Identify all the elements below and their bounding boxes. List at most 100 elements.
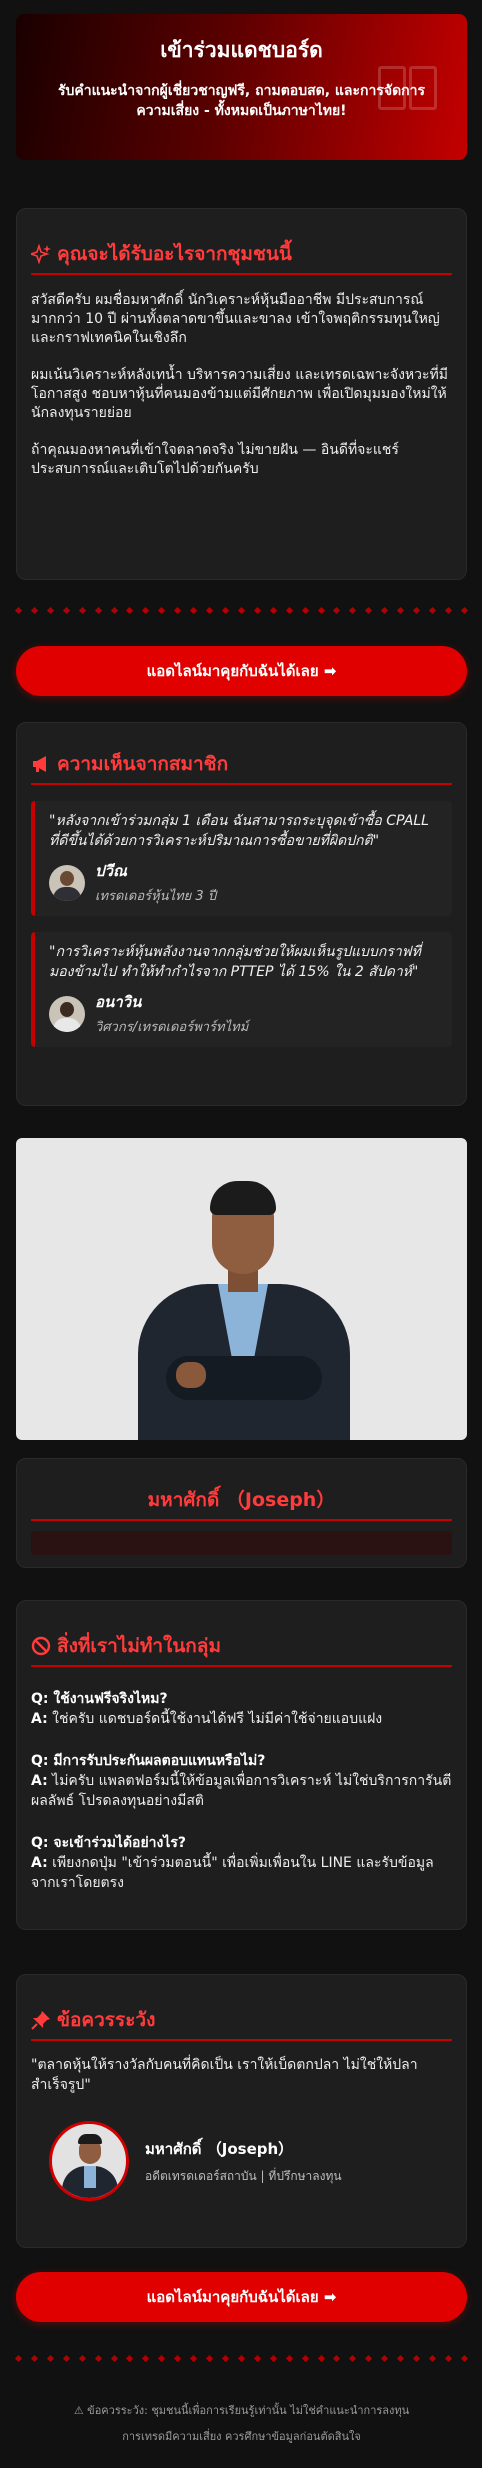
faq-item: Q: มีการรับประกันผลตอบแทนหรือไม่? A: ไม่…: [31, 1751, 452, 1811]
sparkle-icon: [31, 244, 51, 264]
rules-heading: สิ่งที่เราไม่ทำในกลุ่ม: [31, 1631, 452, 1661]
testimonial-quote: "การวิเคราะห์หุ้นพลังงานจากกลุ่มช่วยให้ผ…: [49, 944, 421, 980]
divider-dot: [126, 2354, 134, 2362]
avatar: [49, 995, 85, 1032]
divider-dot: [78, 606, 86, 614]
divider-dot: [365, 2354, 373, 2362]
divider-dot: [46, 606, 54, 614]
benefits-title: คุณจะได้รับอะไรจากชุมชนนี้: [57, 243, 292, 265]
avatar: [49, 864, 85, 901]
faq-item: Q: ใช้งานฟรีจริงไหม? A: ใช่ครับ แดชบอร์ด…: [31, 1689, 452, 1729]
testimonial-role: เทรดเดอร์หุ้นไทย 3 ปี: [95, 889, 217, 904]
faq-question: Q: มีการรับประกันผลตอบแทนหรือไม่?: [31, 1753, 266, 1769]
divider-dot: [285, 2354, 293, 2362]
faq-question: Q: ใช้งานฟรีจริงไหม?: [31, 1691, 168, 1707]
divider: [31, 1665, 452, 1667]
faq-item: Q: จะเข้าร่วมได้อย่างไร? A: เพียงกดปุ่ม …: [31, 1833, 452, 1893]
divider-dot: [142, 606, 150, 614]
faq-question: Q: จะเข้าร่วมได้อย่างไร?: [31, 1835, 187, 1851]
testimonial-role: วิศวกร/เทรดเดอร์พาร์ทไทม์: [95, 1020, 249, 1035]
divider-dot: [237, 606, 245, 614]
divider-dot: [221, 2354, 230, 2362]
divider-dot: [460, 2354, 468, 2362]
divider-dot: [110, 606, 118, 614]
faq-answer: เพียงกดปุ่ม "เข้าร่วมตอนนี้" เพื่อเพิ่มเ…: [31, 1855, 434, 1891]
faq-answer-label: A:: [31, 1855, 48, 1871]
divider-dot: [62, 606, 70, 614]
divider-dot: [444, 2354, 452, 2362]
divider-dot: [110, 2354, 118, 2362]
divider-dot: [78, 2354, 86, 2362]
hero-banner: เข้าร่วมแดชบอร์ด รับคำแนะนำจากผู้เชี่ยวช…: [16, 14, 467, 160]
divider-dot: [365, 606, 373, 614]
author-signature: มหาศักดิ์ （Joseph） อดีตเทรดเดอร์สถาบัน |…: [31, 2121, 452, 2201]
divider-dot: [30, 2354, 38, 2362]
faq-answer: ไม่ครับ แพลตฟอร์มนี้ให้ข้อมูลเพื่อการวิเ…: [31, 1773, 452, 1809]
author-avatar: [49, 2121, 129, 2201]
divider-dot: [317, 606, 325, 614]
caution-card: ข้อควรระวัง "ตลาดหุ้นให้รางวัลกับคนที่คิ…: [16, 1974, 467, 2248]
megaphone-icon: [33, 756, 46, 772]
testimonials-card: ความเห็นจากสมาชิก "หลังจากเข้าร่วมกลุ่ม …: [16, 722, 467, 1106]
divider-dot: [269, 606, 277, 614]
dotted-divider: [14, 2354, 468, 2362]
testimonials-title: ความเห็นจากสมาชิก: [57, 753, 229, 775]
divider-dot: [428, 606, 437, 614]
faq-answer: ใช่ครับ แดชบอร์ดนี้ใช้งานได้ฟรี ไม่มีค่า…: [52, 1711, 383, 1727]
testimonial-name: อนาวิน: [95, 993, 142, 1011]
divider-dot: [253, 2354, 261, 2362]
divider-dot: [460, 606, 468, 614]
divider-dot: [333, 2354, 341, 2362]
divider: [31, 783, 452, 785]
divider-dot: [444, 606, 452, 614]
divider-dot: [46, 2354, 54, 2362]
add-line-button[interactable]: แอดไลน์มาคุยกับฉันได้เลย ➡: [16, 646, 467, 696]
divider-dot: [221, 606, 230, 614]
divider-dot: [94, 2354, 102, 2362]
dotted-divider: [14, 606, 468, 614]
divider-dot: [349, 606, 357, 614]
testimonial-item: "หลังจากเข้าร่วมกลุ่ม 1 เดือน ฉันสามารถร…: [31, 801, 452, 916]
pushpin-icon: [31, 2011, 50, 2030]
rules-title: สิ่งที่เราไม่ทำในกลุ่ม: [57, 1635, 221, 1657]
author-role: อดีตเทรดเดอร์สถาบัน | ที่ปรึกษาลงทุน: [145, 2168, 342, 2183]
advisor-photo: [16, 1138, 467, 1440]
benefits-heading: คุณจะได้รับอะไรจากชุมชนนี้: [31, 239, 452, 269]
benefits-paragraph: ถ้าคุณมองหาคนที่เข้าใจตลาดจริง ไม่ขายฝัน…: [31, 442, 399, 477]
divider-dot: [94, 606, 102, 614]
benefits-card: คุณจะได้รับอะไรจากชุมชนนี้ สวัสดีครับ ผม…: [16, 208, 467, 580]
divider-dot: [158, 2354, 166, 2362]
testimonial-name: ปวีณ: [95, 862, 127, 880]
divider-dot: [397, 606, 405, 614]
divider: [31, 273, 452, 275]
divider-dot: [158, 606, 166, 614]
benefits-paragraph: สวัสดีครับ ผมชื่อมหาศักดิ์ นักวิเคราะห์ห…: [31, 292, 440, 346]
divider-dot: [14, 606, 23, 614]
prohibited-icon: [31, 1636, 51, 1656]
divider-dot: [285, 606, 293, 614]
faq-answer-label: A:: [31, 1773, 48, 1789]
divider-dot: [206, 606, 214, 614]
hero-subtitle: รับคำแนะนำจากผู้เชี่ยวชาญฟรี, ถามตอบสด, …: [57, 83, 426, 119]
caution-title: ข้อควรระวัง: [57, 2009, 156, 2031]
divider-dot: [62, 2354, 70, 2362]
profile-name: มหาศักดิ์ （Joseph）: [147, 1489, 336, 1511]
footer-disclaimer: ⚠ ข้อควรระวัง: ชุมชนนี้เพื่อการเรียนรู้เ…: [73, 2404, 410, 2443]
divider: [31, 2039, 452, 2041]
divider-dot: [317, 2354, 325, 2362]
testimonial-quote: "หลังจากเข้าร่วมกลุ่ม 1 เดือน ฉันสามารถร…: [49, 813, 429, 849]
divider-dot: [381, 606, 389, 614]
divider-dot: [428, 2354, 437, 2362]
add-line-button[interactable]: แอดไลน์มาคุยกับฉันได้เลย ➡: [16, 2272, 467, 2322]
divider-dot: [237, 2354, 245, 2362]
divider-dot: [413, 2354, 421, 2362]
caution-heading: ข้อควรระวัง: [31, 2005, 452, 2035]
divider-dot: [126, 606, 134, 614]
divider-dot: [30, 606, 38, 614]
divider-dot: [190, 606, 198, 614]
divider-dot: [206, 2354, 214, 2362]
divider-dot: [14, 2354, 23, 2362]
profile-card: มหาศักดิ์ （Joseph）: [16, 1458, 467, 1568]
faq-answer-label: A:: [31, 1711, 48, 1727]
caution-quote: "ตลาดหุ้นให้รางวัลกับคนที่คิดเป็น เราให้…: [31, 2057, 418, 2093]
